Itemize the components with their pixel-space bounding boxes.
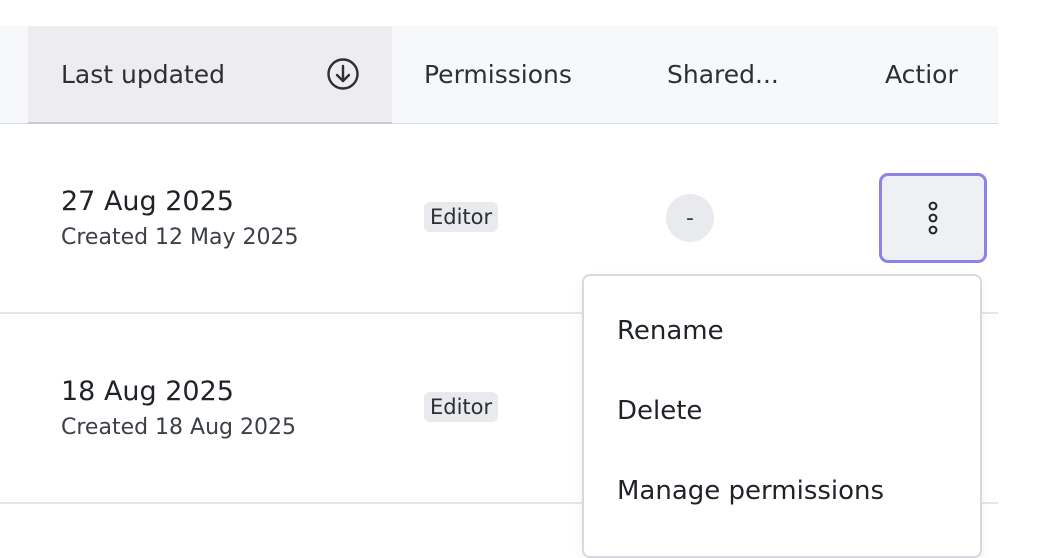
menu-item-delete[interactable]: Delete [617,396,702,426]
actions-menu: Rename Delete Manage permissions [582,274,982,558]
shared-placeholder: - [666,194,714,242]
table-header: Last updated Permissions Shared... Actio… [0,26,998,124]
column-header-action: Actior [885,59,958,89]
menu-item-rename[interactable]: Rename [617,316,724,346]
column-header-label: Last updated [61,59,225,89]
menu-item-manage-permissions[interactable]: Manage permissions [617,476,884,506]
arrow-down-circle-icon[interactable] [326,57,360,91]
permission-badge: Editor [424,202,499,232]
column-header-shared[interactable]: Shared... [667,26,779,122]
updated-date: 18 Aug 2025 [61,376,234,407]
updated-date: 27 Aug 2025 [61,186,234,217]
created-date: Created 12 May 2025 [61,225,299,250]
row-actions-button[interactable] [879,173,987,263]
column-header-permissions[interactable]: Permissions [424,26,572,122]
created-date: Created 18 Aug 2025 [61,415,296,440]
permission-badge: Editor [424,392,499,422]
column-header-last-updated[interactable]: Last updated [28,26,392,124]
more-vertical-icon [928,201,938,235]
